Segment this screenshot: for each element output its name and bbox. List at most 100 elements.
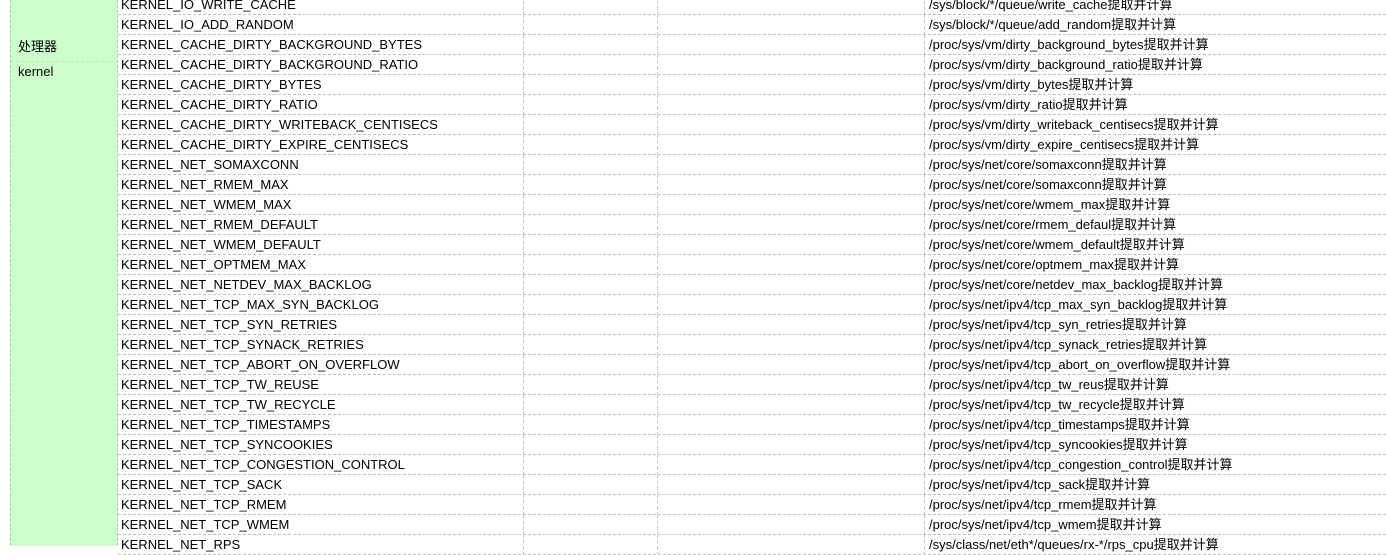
cell-empty-b[interactable] [524, 415, 658, 434]
cell-source-path[interactable]: /proc/sys/net/ipv4/tcp_syncookies提取并计算 [925, 435, 1386, 454]
cell-empty-b[interactable] [524, 35, 658, 54]
cell-source-path[interactable]: /proc/sys/net/core/rmem_defaul提取并计算 [925, 215, 1386, 234]
cell-empty-b[interactable] [524, 15, 658, 34]
cell-source-path[interactable]: /proc/sys/vm/dirty_writeback_centisecs提取… [925, 115, 1386, 134]
table-row[interactable]: KERNEL_NET_TCP_WMEM/proc/sys/net/ipv4/tc… [118, 515, 1386, 535]
cell-empty-b[interactable] [524, 255, 658, 274]
cell-parameter-key[interactable]: KERNEL_NET_TCP_WMEM [118, 515, 524, 534]
cell-parameter-key[interactable]: KERNEL_CACHE_DIRTY_BACKGROUND_RATIO [118, 55, 524, 74]
cell-parameter-key[interactable]: KERNEL_NET_TCP_TW_RECYCLE [118, 395, 524, 414]
cell-source-path[interactable]: /proc/sys/net/core/netdev_max_backlog提取并… [925, 275, 1386, 294]
table-row[interactable]: KERNEL_NET_RMEM_DEFAULT/proc/sys/net/cor… [118, 215, 1386, 235]
cell-empty-b[interactable] [524, 355, 658, 374]
cell-parameter-key[interactable]: KERNEL_IO_WRITE_CACHE [118, 0, 524, 14]
cell-parameter-key[interactable]: KERNEL_NET_RPS [118, 535, 524, 554]
cell-parameter-key[interactable]: KERNEL_CACHE_DIRTY_EXPIRE_CENTISECS [118, 135, 524, 154]
cell-empty-c[interactable] [658, 375, 925, 394]
table-row[interactable]: KERNEL_CACHE_DIRTY_WRITEBACK_CENTISECS/p… [118, 115, 1386, 135]
table-row[interactable]: KERNEL_NET_TCP_SYNCOOKIES/proc/sys/net/i… [118, 435, 1386, 455]
table-row[interactable]: KERNEL_CACHE_DIRTY_RATIO/proc/sys/vm/dir… [118, 95, 1386, 115]
cell-parameter-key[interactable]: KERNEL_NET_NETDEV_MAX_BACKLOG [118, 275, 524, 294]
cell-parameter-key[interactable]: KERNEL_NET_TCP_RMEM [118, 495, 524, 514]
cell-empty-c[interactable] [658, 95, 925, 114]
table-row[interactable]: KERNEL_NET_TCP_SYNACK_RETRIES/proc/sys/n… [118, 335, 1386, 355]
cell-empty-c[interactable] [658, 155, 925, 174]
cell-parameter-key[interactable]: KERNEL_NET_TCP_ABORT_ON_OVERFLOW [118, 355, 524, 374]
cell-source-path[interactable]: /proc/sys/vm/dirty_background_bytes提取并计算 [925, 35, 1386, 54]
cell-source-path[interactable]: /proc/sys/net/ipv4/tcp_wmem提取并计算 [925, 515, 1386, 534]
cell-empty-b[interactable] [524, 515, 658, 534]
cell-parameter-key[interactable]: KERNEL_NET_TCP_TW_REUSE [118, 375, 524, 394]
cell-empty-b[interactable] [524, 155, 658, 174]
cell-source-path[interactable]: /proc/sys/net/ipv4/tcp_congestion_contro… [925, 455, 1386, 474]
cell-parameter-key[interactable]: KERNEL_NET_WMEM_DEFAULT [118, 235, 524, 254]
cell-parameter-key[interactable]: KERNEL_CACHE_DIRTY_WRITEBACK_CENTISECS [118, 115, 524, 134]
cell-source-path[interactable]: /proc/sys/net/ipv4/tcp_syn_retries提取并计算 [925, 315, 1386, 334]
cell-empty-b[interactable] [524, 315, 658, 334]
cell-parameter-key[interactable]: KERNEL_NET_RMEM_DEFAULT [118, 215, 524, 234]
cell-empty-b[interactable] [524, 175, 658, 194]
cell-empty-c[interactable] [658, 355, 925, 374]
cell-empty-c[interactable] [658, 415, 925, 434]
cell-empty-c[interactable] [658, 435, 925, 454]
cell-empty-b[interactable] [524, 535, 658, 554]
cell-parameter-key[interactable]: KERNEL_NET_OPTMEM_MAX [118, 255, 524, 274]
cell-empty-b[interactable] [524, 475, 658, 494]
cell-source-path[interactable]: /proc/sys/net/ipv4/tcp_abort_on_overflow… [925, 355, 1386, 374]
table-row[interactable]: KERNEL_NET_NETDEV_MAX_BACKLOG/proc/sys/n… [118, 275, 1386, 295]
cell-parameter-key[interactable]: KERNEL_NET_TCP_SYNCOOKIES [118, 435, 524, 454]
cell-parameter-key[interactable]: KERNEL_NET_SOMAXCONN [118, 155, 524, 174]
cell-empty-c[interactable] [658, 0, 925, 14]
cell-empty-c[interactable] [658, 515, 925, 534]
cell-source-path[interactable]: /proc/sys/net/ipv4/tcp_rmem提取并计算 [925, 495, 1386, 514]
cell-source-path[interactable]: /proc/sys/net/ipv4/tcp_max_syn_backlog提取… [925, 295, 1386, 314]
cell-source-path[interactable]: /proc/sys/net/core/wmem_max提取并计算 [925, 195, 1386, 214]
cell-source-path[interactable]: /proc/sys/net/core/optmem_max提取并计算 [925, 255, 1386, 274]
table-row[interactable]: KERNEL_NET_OPTMEM_MAX/proc/sys/net/core/… [118, 255, 1386, 275]
table-row[interactable]: KERNEL_NET_TCP_MAX_SYN_BACKLOG/proc/sys/… [118, 295, 1386, 315]
category-cell-processor[interactable]: 处理器 [11, 33, 119, 62]
cell-source-path[interactable]: /proc/sys/vm/dirty_bytes提取并计算 [925, 75, 1386, 94]
cell-empty-b[interactable] [524, 95, 658, 114]
cell-empty-c[interactable] [658, 135, 925, 154]
cell-source-path[interactable]: /proc/sys/vm/dirty_expire_centisecs提取并计算 [925, 135, 1386, 154]
cell-empty-c[interactable] [658, 35, 925, 54]
cell-empty-b[interactable] [524, 375, 658, 394]
table-row[interactable]: KERNEL_NET_TCP_TIMESTAMPS/proc/sys/net/i… [118, 415, 1386, 435]
cell-empty-b[interactable] [524, 75, 658, 94]
cell-empty-b[interactable] [524, 115, 658, 134]
cell-empty-c[interactable] [658, 535, 925, 554]
cell-empty-c[interactable] [658, 275, 925, 294]
table-row[interactable]: KERNEL_CACHE_DIRTY_EXPIRE_CENTISECS/proc… [118, 135, 1386, 155]
table-row[interactable]: KERNEL_IO_ADD_RANDOM/sys/block/*/queue/a… [118, 15, 1386, 35]
cell-empty-c[interactable] [658, 175, 925, 194]
cell-source-path[interactable]: /proc/sys/net/ipv4/tcp_tw_recycle提取并计算 [925, 395, 1386, 414]
cell-empty-b[interactable] [524, 235, 658, 254]
cell-empty-b[interactable] [524, 0, 658, 14]
cell-empty-b[interactable] [524, 215, 658, 234]
cell-empty-c[interactable] [658, 15, 925, 34]
table-row[interactable]: KERNEL_CACHE_DIRTY_BACKGROUND_RATIO/proc… [118, 55, 1386, 75]
cell-source-path[interactable]: /proc/sys/net/ipv4/tcp_sack提取并计算 [925, 475, 1386, 494]
cell-empty-b[interactable] [524, 295, 658, 314]
cell-empty-b[interactable] [524, 435, 658, 454]
cell-empty-b[interactable] [524, 455, 658, 474]
table-row[interactable]: KERNEL_NET_TCP_TW_REUSE/proc/sys/net/ipv… [118, 375, 1386, 395]
cell-empty-c[interactable] [658, 215, 925, 234]
cell-empty-b[interactable] [524, 395, 658, 414]
cell-empty-c[interactable] [658, 115, 925, 134]
table-row[interactable]: KERNEL_CACHE_DIRTY_BYTES/proc/sys/vm/dir… [118, 75, 1386, 95]
cell-source-path[interactable]: /proc/sys/net/core/somaxconn提取并计算 [925, 175, 1386, 194]
cell-empty-b[interactable] [524, 135, 658, 154]
cell-empty-b[interactable] [524, 195, 658, 214]
table-row[interactable]: KERNEL_NET_TCP_ABORT_ON_OVERFLOW/proc/sy… [118, 355, 1386, 375]
table-row[interactable]: KERNEL_NET_SOMAXCONN/proc/sys/net/core/s… [118, 155, 1386, 175]
cell-empty-c[interactable] [658, 255, 925, 274]
table-row[interactable]: KERNEL_NET_RPS/sys/class/net/eth*/queues… [118, 535, 1386, 555]
cell-source-path[interactable]: /proc/sys/net/ipv4/tcp_tw_reus提取并计算 [925, 375, 1386, 394]
cell-empty-b[interactable] [524, 55, 658, 74]
cell-empty-b[interactable] [524, 495, 658, 514]
cell-empty-c[interactable] [658, 475, 925, 494]
cell-parameter-key[interactable]: KERNEL_NET_WMEM_MAX [118, 195, 524, 214]
cell-source-path[interactable]: /proc/sys/vm/dirty_ratio提取并计算 [925, 95, 1386, 114]
